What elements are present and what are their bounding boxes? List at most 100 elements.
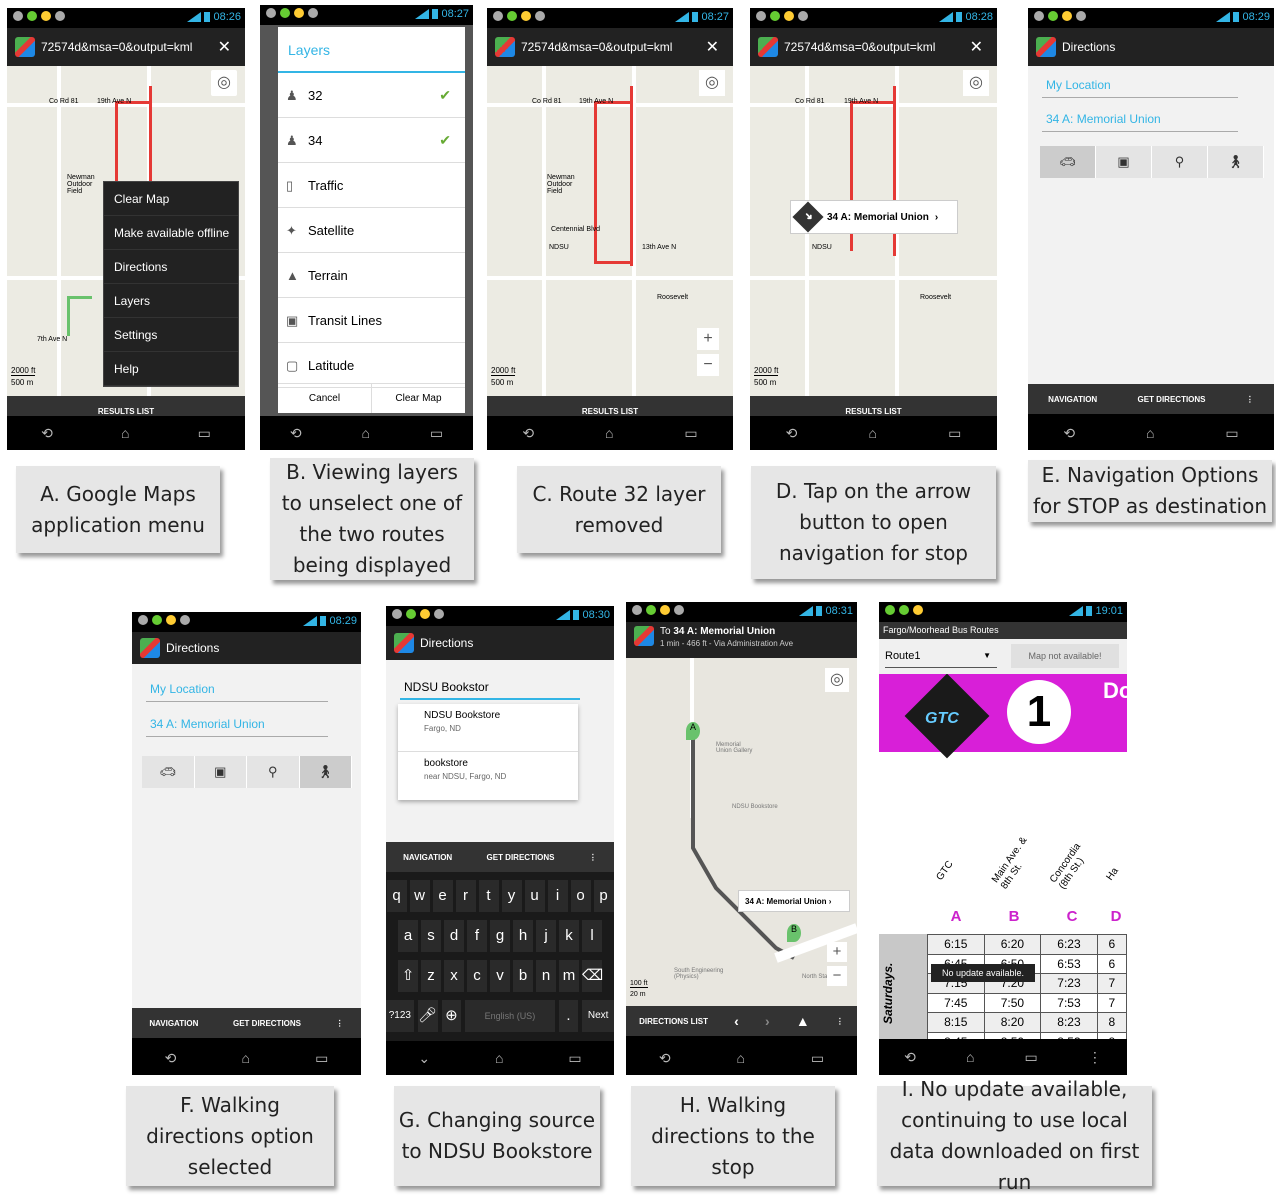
back-icon[interactable]: ⟲: [290, 425, 302, 442]
home-icon[interactable]: ⌂: [737, 1050, 745, 1066]
navigation-button[interactable]: NAVIGATION: [403, 853, 452, 862]
chevron-left-icon[interactable]: ‹: [734, 1013, 739, 1029]
my-location-icon[interactable]: ◎: [699, 70, 725, 96]
layer-row-transit[interactable]: ▣ Transit Lines: [278, 298, 465, 343]
key-w[interactable]: w: [409, 880, 430, 912]
key-m[interactable]: m: [559, 960, 579, 992]
key-r[interactable]: r: [455, 880, 476, 912]
bicycle-icon[interactable]: ⚲: [247, 756, 300, 788]
key-f[interactable]: f: [467, 920, 487, 952]
home-icon[interactable]: ⌂: [605, 425, 613, 441]
home-icon[interactable]: ⌂: [362, 425, 370, 441]
symbols-key[interactable]: ?123: [386, 1000, 414, 1032]
key-g[interactable]: g: [490, 920, 510, 952]
car-icon[interactable]: 🚗︎: [1040, 146, 1096, 178]
navigation-arrow-icon[interactable]: ▲: [796, 1013, 810, 1029]
period-key[interactable]: .: [558, 1000, 579, 1032]
stop-popup[interactable]: ➜ 34 A: Memorial Union ›: [790, 200, 958, 234]
maps-logo-icon[interactable]: [140, 638, 160, 658]
key-y[interactable]: y: [501, 880, 522, 912]
home-icon[interactable]: ⌂: [495, 1050, 503, 1066]
suggestion-item[interactable]: bookstore near NDSU, Fargo, ND: [398, 752, 578, 800]
schedule-image[interactable]: GTC 1 Dov GTC Main Ave. & 8th St. Concor…: [879, 674, 1127, 1039]
marker-a[interactable]: A: [686, 722, 700, 740]
suggestion-item[interactable]: NDSU Bookstore Fargo, ND: [398, 704, 578, 752]
url-bar[interactable]: 72574d&msa=0&output=kml ✕: [750, 28, 997, 66]
check-icon[interactable]: ✔: [439, 73, 451, 118]
key-a[interactable]: a: [398, 920, 418, 952]
zoom-in-icon[interactable]: +: [697, 328, 719, 350]
zoom-out-icon[interactable]: −: [827, 966, 847, 986]
from-field[interactable]: My Location: [1042, 72, 1238, 98]
check-icon[interactable]: ✔: [439, 118, 451, 163]
next-key[interactable]: Next: [582, 1000, 614, 1032]
navigation-button[interactable]: NAVIGATION: [149, 1019, 198, 1028]
directions-list-button[interactable]: DIRECTIONS LIST: [639, 1017, 708, 1026]
key-x[interactable]: x: [444, 960, 464, 992]
my-location-icon[interactable]: ◎: [211, 70, 237, 96]
key-d[interactable]: d: [444, 920, 464, 952]
overflow-icon[interactable]: ⋮: [1088, 1049, 1102, 1066]
layer-row-32[interactable]: ♟ 32 ✔: [278, 73, 465, 118]
recents-icon[interactable]: ▭: [315, 1050, 328, 1067]
cancel-button[interactable]: Cancel: [278, 384, 372, 413]
recents-icon[interactable]: ▭: [684, 425, 697, 442]
to-field[interactable]: 34 A: Memorial Union: [1042, 106, 1238, 132]
mic-icon[interactable]: 🎤︎: [417, 1000, 438, 1032]
hide-keyboard-icon[interactable]: ⌄: [418, 1050, 430, 1067]
overflow-icon[interactable]: ⋮: [589, 853, 597, 862]
layer-row-satellite[interactable]: ✦ Satellite: [278, 208, 465, 253]
recents-icon[interactable]: ▭: [568, 1050, 581, 1067]
maps-logo-icon[interactable]: [394, 633, 414, 653]
bus-icon[interactable]: ▣: [195, 756, 247, 788]
from-input[interactable]: NDSU Bookstor: [400, 674, 580, 700]
key-h[interactable]: h: [513, 920, 533, 952]
menu-directions[interactable]: Directions: [104, 250, 238, 284]
home-icon[interactable]: ⌂: [966, 1049, 974, 1065]
overflow-icon[interactable]: ⋮: [836, 1017, 844, 1026]
menu-layers[interactable]: Layers: [104, 284, 238, 318]
key-o[interactable]: o: [570, 880, 591, 912]
zoom-out-icon[interactable]: −: [697, 354, 719, 376]
back-icon[interactable]: ⟲: [522, 425, 534, 442]
layer-row-latitude[interactable]: ▢ Latitude: [278, 343, 465, 388]
car-icon[interactable]: 🚗︎: [142, 756, 195, 788]
recents-icon[interactable]: ▭: [948, 425, 961, 442]
map-view[interactable]: Co Rd 81 19th Ave N Newman Outdoor Field…: [487, 66, 733, 396]
close-icon[interactable]: ✕: [706, 37, 719, 57]
back-icon[interactable]: ⟲: [786, 425, 798, 442]
directions-arrow-icon[interactable]: ➜: [792, 201, 824, 233]
key-u[interactable]: u: [524, 880, 545, 912]
url-bar[interactable]: 72574d&msa=0&output=kml ✕: [7, 28, 245, 66]
overflow-icon[interactable]: ⋮: [1246, 395, 1254, 404]
shift-icon[interactable]: ⇧: [398, 960, 418, 992]
map-not-available-button[interactable]: Map not available!: [1011, 644, 1119, 668]
home-icon[interactable]: ⌂: [1146, 425, 1154, 441]
key-l[interactable]: l: [582, 920, 602, 952]
my-location-icon[interactable]: ◎: [825, 668, 849, 692]
key-s[interactable]: s: [421, 920, 441, 952]
my-location-icon[interactable]: ◎: [963, 70, 989, 96]
recents-icon[interactable]: ▭: [198, 425, 211, 442]
maps-logo-icon[interactable]: [634, 626, 654, 646]
stop-popup[interactable]: 34 A: Memorial Union ›: [738, 890, 850, 912]
navigation-button[interactable]: NAVIGATION: [1048, 395, 1097, 404]
maps-logo-icon[interactable]: [1036, 37, 1056, 57]
bus-icon[interactable]: ▣: [1096, 146, 1152, 178]
map-view[interactable]: A B Memorial Union Gallery NDSU Bookstor…: [626, 658, 857, 1006]
recents-icon[interactable]: ▭: [430, 425, 443, 442]
close-icon[interactable]: ✕: [970, 37, 983, 57]
marker-b[interactable]: B: [787, 924, 801, 942]
menu-make-offline[interactable]: Make available offline: [104, 216, 238, 250]
home-icon[interactable]: ⌂: [121, 425, 129, 441]
space-key[interactable]: English (US): [465, 1000, 555, 1032]
home-icon[interactable]: ⌂: [869, 425, 877, 441]
menu-settings[interactable]: Settings: [104, 318, 238, 352]
recents-icon[interactable]: ▭: [1225, 425, 1238, 442]
get-directions-button[interactable]: GET DIRECTIONS: [233, 1019, 301, 1028]
home-icon[interactable]: ⌂: [242, 1050, 250, 1066]
key-b[interactable]: b: [513, 960, 533, 992]
recents-icon[interactable]: ▭: [811, 1050, 824, 1067]
walk-icon[interactable]: 🚶︎: [299, 756, 352, 788]
to-field[interactable]: 34 A: Memorial Union: [146, 711, 328, 737]
